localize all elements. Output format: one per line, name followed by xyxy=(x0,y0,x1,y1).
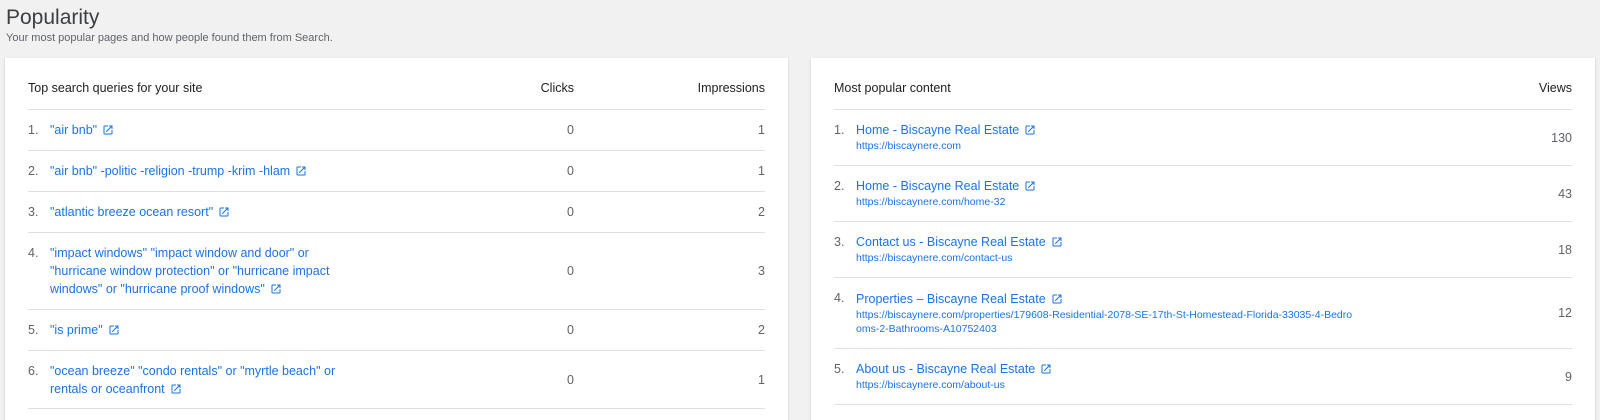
query-link[interactable]: "ocean breeze" "condo rentals" or "myrtl… xyxy=(50,362,350,398)
query-link[interactable]: "impact windows" "impact window and door… xyxy=(50,244,350,298)
impressions-value: 2 xyxy=(758,205,765,219)
table-row: 5. "is prime" 0 2 xyxy=(28,310,765,351)
views-value: 12 xyxy=(1558,306,1572,320)
views-value: 18 xyxy=(1558,242,1572,257)
impressions-value: 3 xyxy=(758,264,765,278)
page-title: Popularity xyxy=(6,6,100,29)
table-row: 3. "atlantic breeze ocean resort" 0 2 xyxy=(28,192,765,233)
row-number: 5. xyxy=(834,361,845,376)
table-row: 2. Home - Biscayne Real Estate https://b… xyxy=(834,166,1572,222)
content-title-link[interactable]: About us - Biscayne Real Estate xyxy=(856,361,1052,377)
row-number: 2. xyxy=(834,178,845,193)
views-value: 43 xyxy=(1558,186,1572,201)
clicks-value: 0 xyxy=(567,323,574,337)
open-in-new-icon[interactable] xyxy=(218,206,230,218)
clicks-value: 0 xyxy=(567,164,574,178)
content-title-link[interactable]: Home - Biscayne Real Estate xyxy=(856,122,1036,138)
row-number: 6. xyxy=(28,363,39,378)
content-url[interactable]: https://biscaynere.com/home-32 xyxy=(856,195,1036,209)
table-row: 4. Properties – Biscayne Real Estate htt… xyxy=(834,278,1572,349)
table-row: 4. "impact windows" "impact window and d… xyxy=(28,233,765,310)
query-link[interactable]: "air bnb" -politic -religion -trump -kri… xyxy=(50,162,307,180)
open-in-new-icon[interactable] xyxy=(270,283,282,295)
queries-table-header: Top search queries for your site Clicks … xyxy=(28,58,765,110)
content-url[interactable]: https://biscaynere.com/properties/179608… xyxy=(856,308,1356,336)
table-row: 2. "air bnb" -politic -religion -trump -… xyxy=(28,151,765,192)
clicks-value: 0 xyxy=(567,372,574,387)
content-url[interactable]: https://biscaynere.com xyxy=(856,139,1036,153)
open-in-new-icon[interactable] xyxy=(1024,124,1036,136)
open-in-new-icon[interactable] xyxy=(1051,236,1063,248)
query-link[interactable]: "air bnb" xyxy=(50,121,114,139)
open-in-new-icon[interactable] xyxy=(295,165,307,177)
row-number: 1. xyxy=(834,122,845,137)
popular-content-card: Most popular content Views 1. Home - Bis… xyxy=(811,58,1595,420)
impressions-value: 1 xyxy=(758,123,765,137)
clicks-value: 0 xyxy=(567,264,574,278)
open-in-new-icon[interactable] xyxy=(1040,363,1052,375)
clicks-value: 0 xyxy=(567,205,574,219)
row-number: 2. xyxy=(28,164,39,178)
open-in-new-icon[interactable] xyxy=(102,124,114,136)
queries-column-header: Top search queries for your site xyxy=(28,80,203,95)
views-value: 130 xyxy=(1551,130,1572,145)
table-row: 5. About us - Biscayne Real Estate https… xyxy=(834,349,1572,405)
impressions-value: 1 xyxy=(758,372,765,387)
row-number: 3. xyxy=(28,205,39,219)
page-header: Popularity Your most popular pages and h… xyxy=(6,6,333,44)
row-number: 4. xyxy=(28,246,39,260)
content-title-link[interactable]: Properties – Biscayne Real Estate xyxy=(856,291,1356,307)
page-subtitle: Your most popular pages and how people f… xyxy=(6,32,333,44)
impressions-value: 2 xyxy=(758,323,765,337)
content-title-link[interactable]: Contact us - Biscayne Real Estate xyxy=(856,234,1063,250)
impressions-value: 1 xyxy=(758,164,765,178)
row-number: 5. xyxy=(28,323,39,337)
open-in-new-icon[interactable] xyxy=(1051,293,1063,305)
impressions-column-header[interactable]: Impressions xyxy=(574,81,765,95)
row-number: 3. xyxy=(834,234,845,249)
query-link[interactable]: "is prime" xyxy=(50,321,120,339)
content-url[interactable]: https://biscaynere.com/contact-us xyxy=(856,251,1063,265)
table-row: 1. "air bnb" 0 1 xyxy=(28,110,765,151)
content-title-link[interactable]: Home - Biscayne Real Estate xyxy=(856,178,1036,194)
open-in-new-icon[interactable] xyxy=(108,324,120,336)
clicks-value: 0 xyxy=(567,123,574,137)
open-in-new-icon[interactable] xyxy=(1024,180,1036,192)
table-row: 3. Contact us - Biscayne Real Estate htt… xyxy=(834,222,1572,278)
content-column-header: Most popular content xyxy=(834,80,951,95)
views-column-header[interactable]: Views xyxy=(1452,81,1572,95)
content-table-header: Most popular content Views xyxy=(834,58,1572,110)
clicks-column-header[interactable]: Clicks xyxy=(350,81,574,95)
top-queries-card: Top search queries for your site Clicks … xyxy=(5,58,788,420)
query-link[interactable]: "atlantic breeze ocean resort" xyxy=(50,203,230,221)
row-number: 1. xyxy=(28,123,39,137)
views-value: 9 xyxy=(1565,369,1572,384)
open-in-new-icon[interactable] xyxy=(170,383,182,395)
content-url[interactable]: https://biscaynere.com/about-us xyxy=(856,378,1052,392)
row-number: 4. xyxy=(834,291,845,305)
table-row: 6. "ocean breeze" "condo rentals" or "my… xyxy=(28,351,765,409)
table-row: 1. Home - Biscayne Real Estate https://b… xyxy=(834,110,1572,166)
